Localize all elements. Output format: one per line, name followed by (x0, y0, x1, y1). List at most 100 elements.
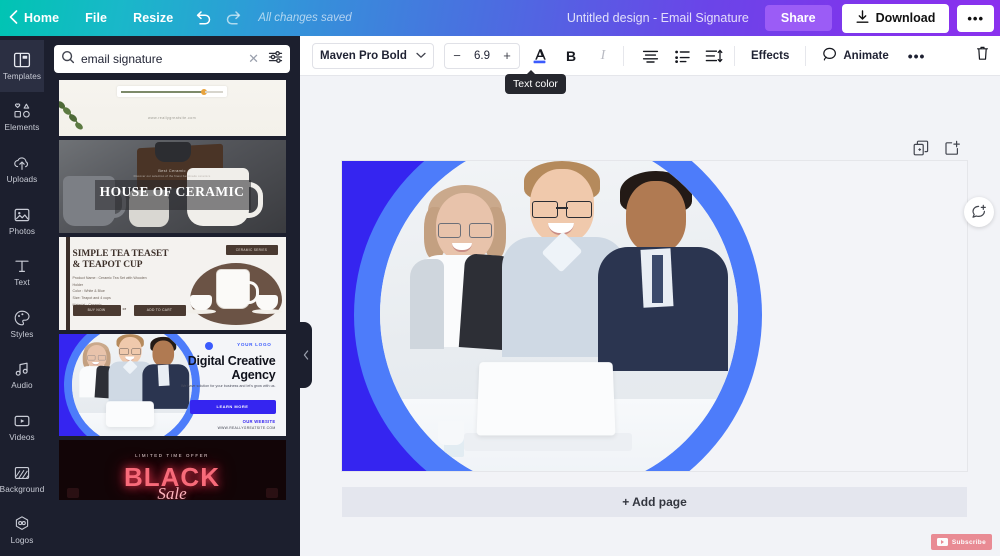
text-color-button[interactable] (526, 43, 552, 69)
upload-cloud-icon (13, 154, 31, 172)
bold-button[interactable]: B (558, 43, 584, 69)
canvas-content-right: YOUR LOGO Digital Creative Agency We hav… (702, 161, 967, 471)
sidebar-item-elements[interactable]: Elements (0, 92, 44, 144)
text-color-icon (533, 48, 546, 63)
filter-sliders-icon[interactable] (268, 50, 283, 69)
comment-icon (972, 204, 986, 218)
font-family-value: Maven Pro Bold (320, 49, 407, 62)
page-tools (913, 140, 960, 161)
comment-button[interactable] (964, 197, 994, 227)
trash-icon (977, 46, 988, 60)
design-canvas[interactable]: YOUR LOGO Digital Creative Agency We hav… (342, 161, 967, 471)
thumb-add-to-cart-button[interactable]: ADD TO CART (133, 305, 186, 316)
document-title[interactable]: Untitled design - Email Signature (567, 11, 749, 25)
template-thumb-digital-creative-agency[interactable]: YOUR LOGO Digital Creative Agency We hav… (58, 334, 286, 436)
undo-icon[interactable] (188, 4, 216, 32)
panel-collapse-handle[interactable] (300, 322, 312, 388)
sidebar-item-videos[interactable]: Videos (0, 401, 44, 453)
font-size-input[interactable]: 6.9 (467, 50, 497, 62)
duplicate-page-icon[interactable] (913, 140, 929, 161)
file-menu[interactable]: File (72, 11, 120, 25)
topbar-more-button[interactable]: ••• (957, 4, 994, 32)
template-thumb-tea-teaset[interactable]: SIMPLE TEA TEASET & TEAPOT CUP Product N… (58, 237, 286, 330)
subscribe-watermark[interactable]: Subscribe (930, 534, 992, 550)
canvas-team-photo[interactable] (380, 161, 738, 471)
download-label: Download (875, 11, 936, 25)
animate-button[interactable]: Animate (813, 47, 897, 65)
back-icon[interactable] (9, 10, 18, 26)
sidebar-item-styles[interactable]: Styles (0, 298, 44, 350)
share-button[interactable]: Share (764, 5, 832, 31)
text-align-button[interactable] (637, 43, 663, 69)
chevron-left-icon (303, 350, 309, 360)
sidebar-label: Audio (11, 381, 33, 391)
left-sidebar-rail: Templates Elements Uploads Photos Text S… (0, 36, 44, 556)
sidebar-item-photos[interactable]: Photos (0, 195, 44, 247)
thumb-accent-bar (65, 237, 70, 330)
search-box[interactable]: ✕ (54, 45, 290, 73)
font-family-select[interactable]: Maven Pro Bold (312, 42, 434, 69)
bullet-list-icon (674, 50, 690, 63)
sidebar-item-background[interactable]: Background (0, 453, 44, 505)
thumb-body: Product Name : Ceramic Tea Set with Wood… (72, 276, 147, 307)
effects-button[interactable]: Effects (742, 50, 798, 62)
line-spacing-button[interactable] (701, 43, 727, 69)
sidebar-label: Background (0, 484, 45, 494)
thumb-line-2 (204, 90, 223, 93)
bullet-list-button[interactable] (669, 43, 695, 69)
delete-button[interactable] (975, 45, 990, 66)
toolbar-divider (734, 45, 735, 66)
thumb-cup-2 (255, 295, 278, 310)
photo-person-woman (410, 185, 520, 351)
thumb-website-url: WWW.REALLYGREATSITE.COM (217, 426, 276, 430)
search-input[interactable] (81, 52, 240, 66)
canvas-stage: YOUR LOGO Digital Creative Agency We hav… (300, 76, 1000, 556)
toolbar-more-button[interactable]: ••• (898, 48, 936, 64)
templates-icon (13, 51, 31, 69)
add-page-button[interactable]: + Add page (342, 487, 967, 517)
italic-button[interactable]: I (590, 43, 616, 69)
font-size-stepper[interactable]: − 6.9 + (444, 42, 520, 69)
subscribe-label: Subscribe (951, 538, 986, 546)
redo-icon[interactable] (220, 4, 248, 32)
text-color-tooltip: Text color (505, 70, 566, 94)
download-icon (856, 9, 869, 27)
sidebar-item-text[interactable]: Text (0, 246, 44, 298)
resize-button[interactable]: Resize (120, 11, 186, 25)
sidebar-label: Elements (4, 123, 40, 133)
font-size-decrease-button[interactable]: − (447, 48, 467, 63)
template-thumb-house-of-ceramic[interactable]: Best Ceramic Discover our selection of t… (58, 140, 286, 233)
leaf-icon (58, 101, 83, 130)
text-icon (13, 257, 31, 275)
sidebar-label: Videos (9, 432, 35, 442)
sidebar-item-audio[interactable]: Audio (0, 350, 44, 402)
thumb-script-title: Sale (157, 484, 187, 500)
thumb-or-label: or (122, 307, 127, 311)
thumb-kicker: LIMITED TIME OFFER (135, 453, 209, 458)
font-size-increase-button[interactable]: + (497, 48, 517, 63)
thumb-paragraph: We have solution for your business and l… (180, 384, 276, 388)
thumb-teapot (215, 269, 259, 309)
template-thumb-black-friday[interactable]: LIMITED TIME OFFER BLACK Sale (58, 440, 286, 500)
download-button[interactable]: Download (841, 3, 950, 33)
thumb-cta-button[interactable]: LEARN MORE (189, 400, 276, 414)
animate-icon (822, 47, 837, 65)
sidebar-label: Uploads (6, 174, 38, 184)
template-thumb-minimal-beige[interactable]: www.reallygreatsite.com (58, 80, 286, 136)
music-note-icon (13, 360, 31, 378)
thumb-buy-now-button[interactable]: BUY NOW (72, 305, 121, 316)
thumb-badge-label: CERAMIC SERIES (235, 247, 268, 252)
home-button[interactable]: Home (18, 11, 72, 25)
thumb-person-1 (78, 342, 115, 399)
sidebar-label: Styles (10, 329, 34, 339)
thumb-title: SIMPLE TEA TEASET & TEAPOT CUP (72, 249, 169, 270)
close-icon[interactable]: ✕ (245, 51, 262, 67)
thumb-line (120, 90, 203, 93)
sidebar-item-uploads[interactable]: Uploads (0, 143, 44, 195)
editor-toolbar: Maven Pro Bold − 6.9 + B I Effects Anima… (300, 36, 1000, 76)
sidebar-item-logos[interactable]: Logos (0, 504, 44, 556)
add-page-icon[interactable] (944, 140, 960, 161)
sidebar-label: Templates (2, 71, 42, 81)
sidebar-item-templates[interactable]: Templates (0, 40, 44, 92)
top-bar: Home File Resize All changes saved Untit… (0, 0, 1000, 36)
